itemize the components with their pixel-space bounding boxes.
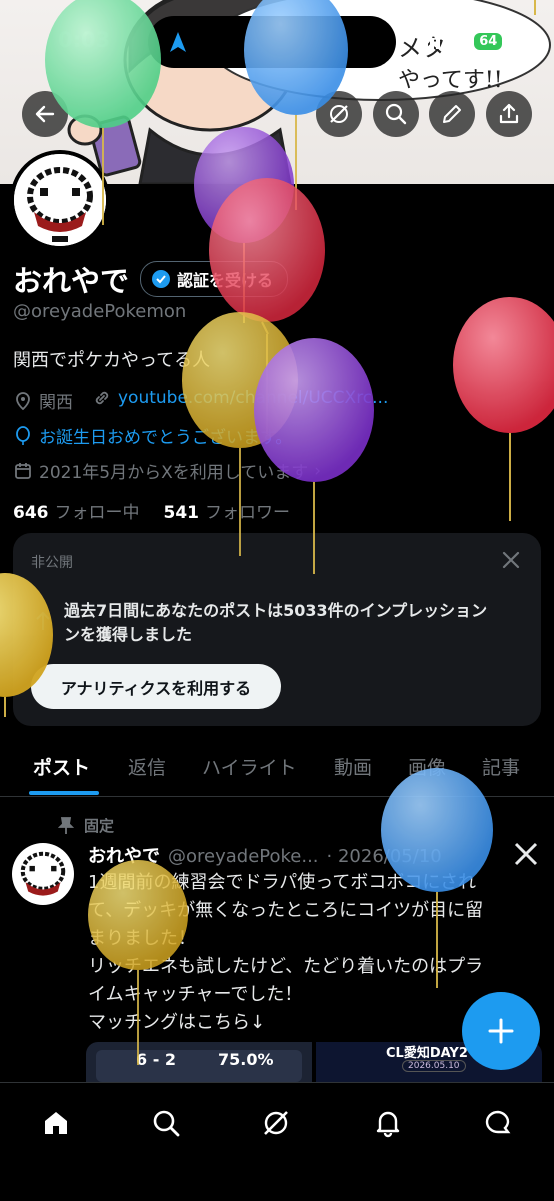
nav-notifications[interactable] (368, 1103, 408, 1143)
search-icon (385, 103, 407, 125)
divider (0, 796, 554, 797)
tab-replies[interactable]: 返信 (128, 753, 166, 780)
profile-name: おれやで (13, 264, 130, 298)
media-date: 2026.05.10 (402, 1060, 466, 1072)
edit-button[interactable] (429, 91, 475, 137)
post-media-left[interactable]: 6 - 2 75.0% (86, 1042, 312, 1082)
post-header: おれやで @oreyadePoke... · 2026/05/10 (88, 842, 442, 868)
tab-highlights[interactable]: ハイライト (202, 753, 297, 780)
analytics-message-line2: ンを獲得しました (64, 625, 193, 644)
arrow-left-icon (35, 105, 55, 123)
compose-button[interactable] (462, 992, 540, 1070)
location-label: 関西 (39, 393, 73, 413)
pin-icon (58, 816, 74, 834)
media-rate: 75.0% (218, 1050, 274, 1069)
post-body: 1週間前の練習会でドラパ使ってボコボコにされ て、デッキが無くなったところにコイ… (88, 869, 528, 1037)
link-label[interactable]: youtube.com/channel/UCCXrc... (118, 388, 388, 408)
tab-articles[interactable]: 記事 (482, 753, 520, 780)
close-button[interactable] (500, 549, 522, 575)
birthday-row: お誕生日おめでとうございます。 (13, 423, 292, 448)
profile-bio: 関西でポケカやってる人 (13, 350, 211, 371)
tab-underline (29, 791, 99, 795)
close-icon (502, 551, 520, 569)
pencil-icon (443, 105, 461, 123)
bottom-nav (0, 1082, 554, 1201)
analytics-message-line1: 過去7日間にあなたのポストは5033件のインプレッション (64, 601, 488, 620)
post-date[interactable]: · 2026/05/10 (327, 846, 442, 867)
private-badge: 非公開 (31, 555, 73, 571)
media-score: 6 - 2 (136, 1050, 177, 1069)
media-title: CL愛知DAY2 (386, 1046, 468, 1061)
share-icon (499, 103, 519, 124)
joined-label: 2021年5月からXを利用しています (39, 463, 309, 483)
nav-search[interactable] (146, 1103, 186, 1143)
following-label[interactable]: フォロー中 (55, 498, 140, 523)
navigation-arrow-icon (170, 32, 186, 52)
home-icon (45, 1112, 67, 1134)
banner-handwriting-2: やってす!! (398, 68, 503, 93)
profile-link[interactable]: youtube.com/channel/UCCXrc... (92, 388, 388, 408)
grok-icon (330, 105, 348, 123)
balloon-red-2 (453, 297, 554, 521)
calendar-icon (15, 462, 31, 479)
chat-bubble-icon (485, 1110, 511, 1134)
analytics-button[interactable]: アナリティクスを利用する (31, 664, 281, 709)
follow-stats: 646 フォロー中 541 フォロワー (13, 498, 290, 523)
avatar[interactable] (10, 150, 110, 250)
followers-label[interactable]: フォロワー (205, 498, 290, 523)
battery-indicator: 64 (474, 33, 503, 50)
following-count[interactable]: 646 (13, 503, 49, 523)
status-time: 0:03 (58, 28, 111, 52)
analytics-message: 過去7日間にあなたのポストは5033件のインプレッション ンを獲得しました (64, 599, 487, 647)
post-line: リッチエネも試したけど、たどり着いたのはプラ (88, 956, 484, 977)
verify-label: 認証を受ける (177, 271, 274, 290)
status-indicators: 4G 64 (418, 32, 503, 51)
verify-button[interactable]: 認証を受ける (140, 261, 289, 297)
location-pin-icon (16, 391, 30, 410)
location-row: 関西 (13, 388, 73, 413)
nav-grok[interactable] (256, 1103, 296, 1143)
search-button[interactable] (373, 91, 419, 137)
back-button[interactable] (22, 91, 68, 137)
grok-icon (264, 1111, 288, 1135)
birthday-label: お誕生日おめでとうございます。 (39, 428, 293, 448)
plus-icon (488, 1018, 514, 1044)
profile-handle: @oreyadePokemon (13, 301, 187, 322)
post-line: イムキャッチャーでした！ (88, 984, 303, 1005)
search-icon (153, 1110, 180, 1137)
post-line: まりました！ (88, 928, 196, 949)
bell-icon (376, 1111, 400, 1138)
arrow-up-icon (36, 611, 50, 630)
x-logo-icon (514, 842, 538, 866)
tab-videos[interactable]: 動画 (334, 753, 372, 780)
balloon-icon (16, 425, 30, 445)
x-logo (513, 841, 539, 871)
chevron-right-icon: › (314, 460, 322, 481)
pinned-label: 固定 (84, 817, 115, 835)
nav-home[interactable] (36, 1103, 76, 1143)
post-handle[interactable]: @oreyadePoke... (168, 846, 319, 867)
share-button[interactable] (486, 91, 532, 137)
tab-images[interactable]: 画像 (408, 753, 446, 780)
grok-button[interactable] (316, 91, 362, 137)
post-avatar[interactable] (12, 843, 74, 905)
post-line: 1週間前の練習会でドラパ使ってボコボコにされ (88, 872, 477, 893)
verified-badge-icon (152, 270, 170, 288)
joined-row[interactable]: 2021年5月からXを利用しています › (13, 458, 321, 483)
tab-posts[interactable]: ポスト (33, 753, 90, 780)
post-line: て、デッキが無くなったところにコイツが目に留 (88, 900, 484, 921)
link-icon (95, 391, 109, 405)
post-author[interactable]: おれやで (88, 842, 160, 868)
followers-count[interactable]: 541 (164, 503, 200, 523)
network-label: 4G (445, 32, 470, 51)
pinned-row: 固定 (58, 815, 114, 836)
signal-icon (418, 34, 440, 49)
nav-messages[interactable] (478, 1103, 518, 1143)
dynamic-island (148, 16, 396, 68)
